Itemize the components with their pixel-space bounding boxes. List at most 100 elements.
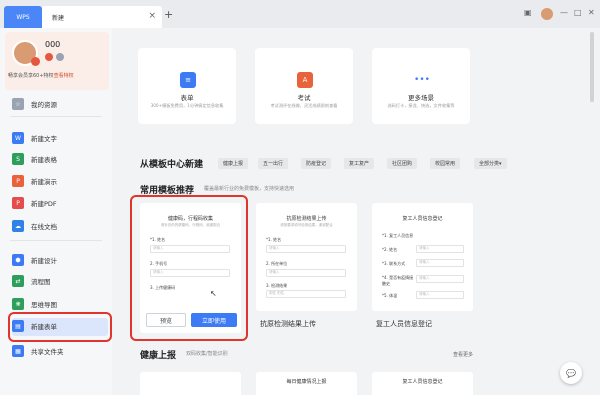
cloud-doc-icon: ☁ — [12, 220, 24, 232]
promo-text: 畅享会员享60+特权查看特权 — [8, 73, 74, 79]
sidebar-item-label: 新建文字 — [31, 135, 57, 143]
template-title: 复工人员信息登记 — [402, 216, 443, 222]
template-name: 抗原检测结果上传 — [260, 320, 316, 328]
app-tab-wps[interactable]: WPS — [4, 6, 42, 28]
field-input: 请输入 — [416, 245, 464, 253]
chip-campus[interactable]: 校园常用 — [430, 158, 461, 169]
field-label: *1. 姓名 — [266, 237, 282, 242]
user-name: 000 — [45, 40, 61, 49]
field-label: 3. 检测结果 — [266, 283, 288, 288]
template-title: 复工人员信息登记 — [402, 379, 443, 385]
level-badge-icon — [56, 53, 64, 61]
list-icon: ≡ — [180, 72, 196, 88]
common-templates-subtitle: 覆盖最新行业的免费模板，支持快速选用 — [204, 186, 295, 192]
sidebar-item-shared-folder[interactable]: ▦ 共享文件夹 — [12, 343, 108, 359]
see-more-link[interactable]: 查看更多 — [453, 351, 473, 358]
chip-epidemic[interactable]: 防疫登记 — [301, 158, 332, 169]
scrollbar[interactable] — [590, 32, 594, 102]
chip-community[interactable]: 社区团购 — [387, 158, 418, 169]
report-card[interactable] — [140, 372, 241, 402]
sidebar-item-label: 新建PDF — [31, 200, 57, 208]
sidebar-item-label: 新建表单 — [31, 323, 57, 331]
chip-health[interactable]: 健康上报 — [218, 158, 249, 169]
sidebar-item-label: 流程图 — [31, 278, 51, 286]
sidebar-item-my-resources[interactable]: ☆ 我的资源 — [12, 96, 108, 112]
pdf-icon: P — [12, 197, 24, 209]
close-tab-icon[interactable]: × — [148, 11, 156, 21]
sidebar-item-mindmap[interactable]: ❋ 思维导图 — [12, 296, 108, 312]
ppt-icon: P — [12, 175, 24, 187]
field-input: 请输入 — [416, 275, 464, 283]
sidebar-item-flowchart[interactable]: ⇄ 流程图 — [12, 273, 108, 289]
form-card[interactable]: ≡ 表单 300+模板免费用，1分钟搞定信息收集 — [138, 48, 236, 124]
template-title: 抗原检测结果上传 — [286, 216, 327, 222]
card-desc: 300+模板免费用，1分钟搞定信息收集 — [150, 103, 224, 108]
add-tab-icon[interactable]: + — [164, 8, 173, 21]
sidebar-item-label: 我的资源 — [31, 101, 57, 109]
card-title: 表单 — [180, 94, 194, 102]
template-center-title: 从模板中心新建 — [140, 160, 204, 170]
field-input: 请输入 — [416, 259, 464, 267]
sidebar-item-new-form[interactable]: ▤ 新建表单 — [12, 318, 108, 334]
report-card[interactable]: 每日健康情况上报 — [256, 372, 357, 402]
tab-new[interactable]: 新建 × — [42, 6, 162, 28]
card-desc: 选码打卡，接龙、快选，文件收集等 — [387, 103, 455, 108]
window-mode-icon[interactable]: ▣ — [524, 8, 532, 17]
member-badge-icon — [45, 53, 53, 61]
field-label: *4. 是否有疫情接触史 — [382, 275, 414, 286]
field-label: *1. 复工人员信息 — [382, 233, 414, 238]
divider — [10, 240, 102, 241]
field-label: *2. 姓名 — [382, 247, 398, 252]
close-window-icon[interactable]: ✕ — [588, 8, 595, 17]
divider — [10, 116, 102, 117]
minimize-icon[interactable]: — — [560, 8, 568, 17]
highlight-box — [130, 195, 248, 341]
sidebar-item-online-doc[interactable]: ☁ 在线文档 — [12, 218, 108, 234]
health-report-title: 健康上报 — [140, 351, 177, 361]
form-icon: ▤ — [12, 320, 24, 332]
star-icon: ☆ — [12, 98, 24, 110]
sidebar-item-label: 思维导图 — [31, 301, 57, 309]
chip-resume-work[interactable]: 复工复产 — [344, 158, 375, 169]
field-input: 请输入 — [416, 291, 464, 299]
report-card[interactable]: 复工人员信息登记 — [372, 372, 473, 402]
field-input: 阴性 阳性 — [266, 290, 346, 298]
titlebar-avatar[interactable] — [541, 8, 553, 20]
field-input: 请输入 — [266, 245, 346, 253]
field-label: *3. 联系方式 — [382, 261, 406, 266]
template-subtitle: 请按要求填写检测结果，谢谢配合 — [280, 223, 333, 227]
chip-all-categories[interactable]: 全部分类▾ — [474, 158, 507, 169]
sidebar-item-new-design[interactable]: ⬢ 新建设计 — [12, 252, 108, 268]
health-report-subtitle: 双码收集/智能识别 — [186, 351, 228, 357]
field-input: 请输入 — [266, 269, 346, 277]
sheet-icon: S — [12, 153, 24, 165]
maximize-icon[interactable]: □ — [574, 8, 582, 17]
card-title: 考试 — [297, 94, 311, 102]
tab-label: 新建 — [52, 14, 65, 22]
field-label: *5. 体温 — [382, 293, 398, 298]
more-icon: ••• — [414, 75, 430, 85]
template-title: 每日健康情况上报 — [286, 379, 327, 385]
sidebar-item-new-sheet[interactable]: S 新建表格 — [12, 151, 108, 167]
sidebar-item-new-ppt[interactable]: P 新建演示 — [12, 173, 108, 189]
sidebar-item-label: 新建表格 — [31, 156, 57, 164]
sidebar-item-label: 新建设计 — [31, 257, 57, 265]
more-scenes-card[interactable]: ••• 更多场景 选码打卡，接龙、快选，文件收集等 — [372, 48, 470, 124]
design-icon: ⬢ — [12, 254, 24, 266]
card-title: 更多场景 — [408, 94, 434, 102]
card-desc: 考试测评在线做，灵活成绩即刻查看 — [270, 103, 338, 108]
exam-icon: A — [297, 72, 313, 88]
sidebar-item-new-pdf[interactable]: P 新建PDF — [12, 195, 108, 211]
chat-icon[interactable]: 💬 — [560, 362, 582, 384]
sidebar-item-new-doc[interactable]: W 新建文字 — [12, 130, 108, 146]
template-card-resume-work[interactable]: 复工人员信息登记 *1. 复工人员信息 *2. 姓名 请输入 *3. 联系方式 … — [372, 203, 473, 311]
promo-link[interactable]: 查看特权 — [54, 73, 74, 79]
folder-icon: ▦ — [12, 345, 24, 357]
exam-card[interactable]: A 考试 考试测评在线做，灵活成绩即刻查看 — [255, 48, 353, 124]
template-name: 复工人员信息登记 — [376, 320, 432, 328]
field-label: 2. 所在单位 — [266, 261, 288, 266]
template-card-antigen[interactable]: 抗原检测结果上传 请按要求填写检测结果，谢谢配合 *1. 姓名 请输入 2. 所… — [256, 203, 357, 311]
flowchart-icon: ⇄ — [12, 275, 24, 287]
chip-travel[interactable]: 五一出行 — [258, 158, 289, 169]
avatar-badge — [31, 57, 40, 66]
